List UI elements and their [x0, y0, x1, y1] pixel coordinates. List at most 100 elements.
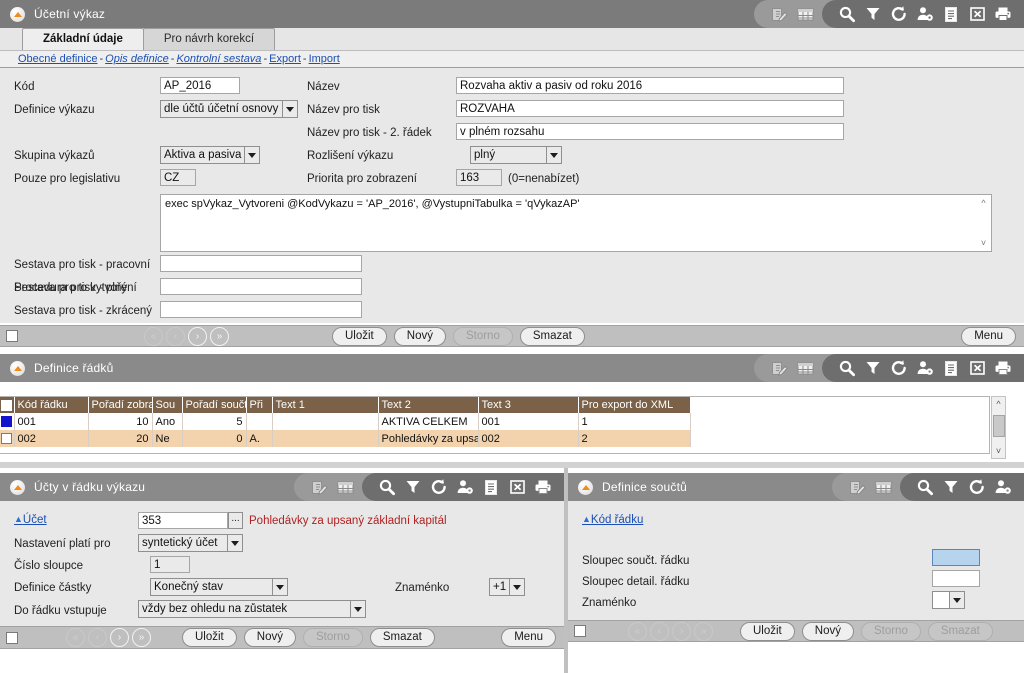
input-sestava-plny[interactable]: [160, 278, 362, 295]
save-button[interactable]: Uložit: [332, 326, 387, 346]
main-select-all-checkbox[interactable]: [6, 330, 18, 342]
nav-next-button[interactable]: ›: [110, 628, 129, 647]
select-skupina-vykazu[interactable]: Aktiva a pasiva: [160, 146, 260, 164]
link-kod-radku[interactable]: ▲Kód řádku: [582, 514, 643, 526]
col-pri[interactable]: Při: [246, 397, 273, 413]
edit-icon[interactable]: [306, 474, 332, 500]
col-kod-radku[interactable]: Kód řádku: [14, 397, 89, 413]
nav-prev-button[interactable]: ‹: [166, 326, 185, 346]
search-icon[interactable]: [834, 1, 860, 27]
excel-export-icon[interactable]: [504, 474, 530, 500]
chevron-down-icon[interactable]: [949, 592, 964, 608]
table-row[interactable]: 002 20 Ne 0 A. Pohledávky za upsa 002 2: [0, 430, 691, 447]
table-icon[interactable]: [870, 474, 896, 500]
save-button[interactable]: Uložit: [182, 628, 237, 647]
delete-button[interactable]: Smazat: [369, 628, 435, 647]
select-znamenko-sums[interactable]: [932, 591, 965, 609]
input-cislo-sloupce[interactable]: 1: [150, 556, 190, 573]
new-button[interactable]: Nový: [393, 326, 446, 346]
input-nazev-pro-tisk-2radek[interactable]: v plném rozsahu: [456, 123, 844, 140]
link-export[interactable]: Export: [269, 53, 301, 65]
refresh-icon[interactable]: [886, 355, 912, 381]
refresh-icon[interactable]: [426, 474, 452, 500]
rows-grid-scrollbar[interactable]: ^ ˅: [991, 396, 1006, 459]
nav-first-button[interactable]: «: [628, 621, 647, 641]
chevron-down-icon[interactable]: [546, 147, 561, 163]
accounts-select-all-checkbox[interactable]: [6, 631, 18, 644]
scroll-up-icon[interactable]: ^: [981, 198, 985, 208]
excel-export-icon[interactable]: [964, 1, 990, 27]
nav-last-button[interactable]: »: [210, 326, 229, 346]
nav-prev-button[interactable]: ‹: [88, 628, 107, 647]
link-import[interactable]: Import: [309, 53, 340, 65]
edit-icon[interactable]: [766, 355, 792, 381]
select-definice-castky[interactable]: Konečný stav: [150, 578, 288, 596]
nav-next-button[interactable]: ›: [672, 621, 691, 641]
edit-icon[interactable]: [766, 1, 792, 27]
scrollbar-thumb[interactable]: [992, 415, 1005, 437]
select-znamenko[interactable]: +1: [489, 578, 525, 596]
col-sou[interactable]: Sou: [152, 397, 183, 413]
ucet-lookup-button[interactable]: ...: [228, 512, 243, 529]
chevron-down-icon[interactable]: [244, 147, 259, 163]
save-button[interactable]: Uložit: [740, 621, 795, 641]
print-icon[interactable]: [990, 1, 1016, 27]
link-opis-definice[interactable]: Opis definice: [105, 53, 169, 65]
nav-next-button[interactable]: ›: [188, 326, 207, 346]
link-kontrolni-sestava[interactable]: Kontrolní sestava: [176, 53, 261, 65]
search-icon[interactable]: [374, 474, 400, 500]
user-settings-icon[interactable]: [912, 1, 938, 27]
input-pouze-pro-legislativu[interactable]: CZ: [160, 169, 196, 186]
new-button[interactable]: Nový: [801, 621, 854, 641]
col-text1[interactable]: Text 1: [272, 397, 379, 413]
textarea-scrollbar[interactable]: ^ ˅: [977, 196, 990, 250]
delete-button[interactable]: Smazat: [519, 326, 585, 346]
refresh-icon[interactable]: [964, 474, 990, 500]
select-do-radku-vstupuje[interactable]: vždy bez ohledu na zůstatek: [138, 600, 366, 618]
col-poradi-zobrazeni[interactable]: Pořadí zobra: [88, 397, 153, 413]
edit-icon[interactable]: [844, 474, 870, 500]
col-text3[interactable]: Text 3: [478, 397, 579, 413]
col-pro-export-xml[interactable]: Pro export do XML: [578, 397, 691, 413]
table-row[interactable]: 001 10 Ano 5 AKTIVA CELKEM 001 1: [0, 413, 691, 430]
print-icon[interactable]: [990, 355, 1016, 381]
filter-icon[interactable]: [938, 474, 964, 500]
user-settings-icon[interactable]: [912, 355, 938, 381]
input-kod[interactable]: AP_2016: [160, 77, 240, 94]
filter-icon[interactable]: [860, 355, 886, 381]
chevron-down-icon[interactable]: [272, 579, 287, 595]
menu-button[interactable]: Menu: [961, 326, 1016, 346]
select-definice-vykazu[interactable]: dle účtů účetní osnovy: [160, 100, 298, 118]
menu-button[interactable]: Menu: [501, 628, 556, 647]
input-priorita-pro-zobrazeni[interactable]: 163: [456, 169, 502, 186]
link-obecne-definice[interactable]: Obecné definice: [18, 53, 98, 65]
col-text2[interactable]: Text 2: [378, 397, 479, 413]
select-rozliseni-vykazu[interactable]: plný: [470, 146, 562, 164]
search-icon[interactable]: [834, 355, 860, 381]
scroll-down-icon[interactable]: ˅: [981, 238, 986, 248]
chevron-down-icon[interactable]: [282, 101, 297, 117]
input-nazev-pro-tisk[interactable]: ROZVAHA: [456, 100, 844, 117]
user-settings-icon[interactable]: [990, 474, 1016, 500]
chevron-down-icon[interactable]: [350, 601, 365, 617]
col-poradi-souctu[interactable]: Pořadí součt: [182, 397, 247, 413]
nav-last-button[interactable]: »: [132, 628, 151, 647]
filter-icon[interactable]: [860, 1, 886, 27]
document-icon[interactable]: [938, 1, 964, 27]
nav-first-button[interactable]: «: [66, 628, 85, 647]
table-icon[interactable]: [792, 1, 818, 27]
filter-icon[interactable]: [400, 474, 426, 500]
input-ucet[interactable]: 353: [138, 512, 228, 529]
input-sestava-pracovni[interactable]: [160, 255, 362, 272]
table-icon[interactable]: [332, 474, 358, 500]
nav-last-button[interactable]: »: [694, 621, 713, 641]
link-ucet[interactable]: ▲Účet: [14, 514, 47, 526]
input-nazev[interactable]: Rozvaha aktiv a pasiv od roku 2016: [456, 77, 844, 94]
user-settings-icon[interactable]: [452, 474, 478, 500]
textarea-procedura[interactable]: exec spVykaz_Vytvoreni @KodVykazu = 'AP_…: [160, 194, 992, 252]
scroll-down-icon[interactable]: ˅: [996, 444, 1001, 458]
nav-first-button[interactable]: «: [144, 326, 163, 346]
chevron-down-icon[interactable]: [227, 535, 242, 551]
document-icon[interactable]: [938, 355, 964, 381]
input-sestava-zkraceny[interactable]: [160, 301, 362, 318]
